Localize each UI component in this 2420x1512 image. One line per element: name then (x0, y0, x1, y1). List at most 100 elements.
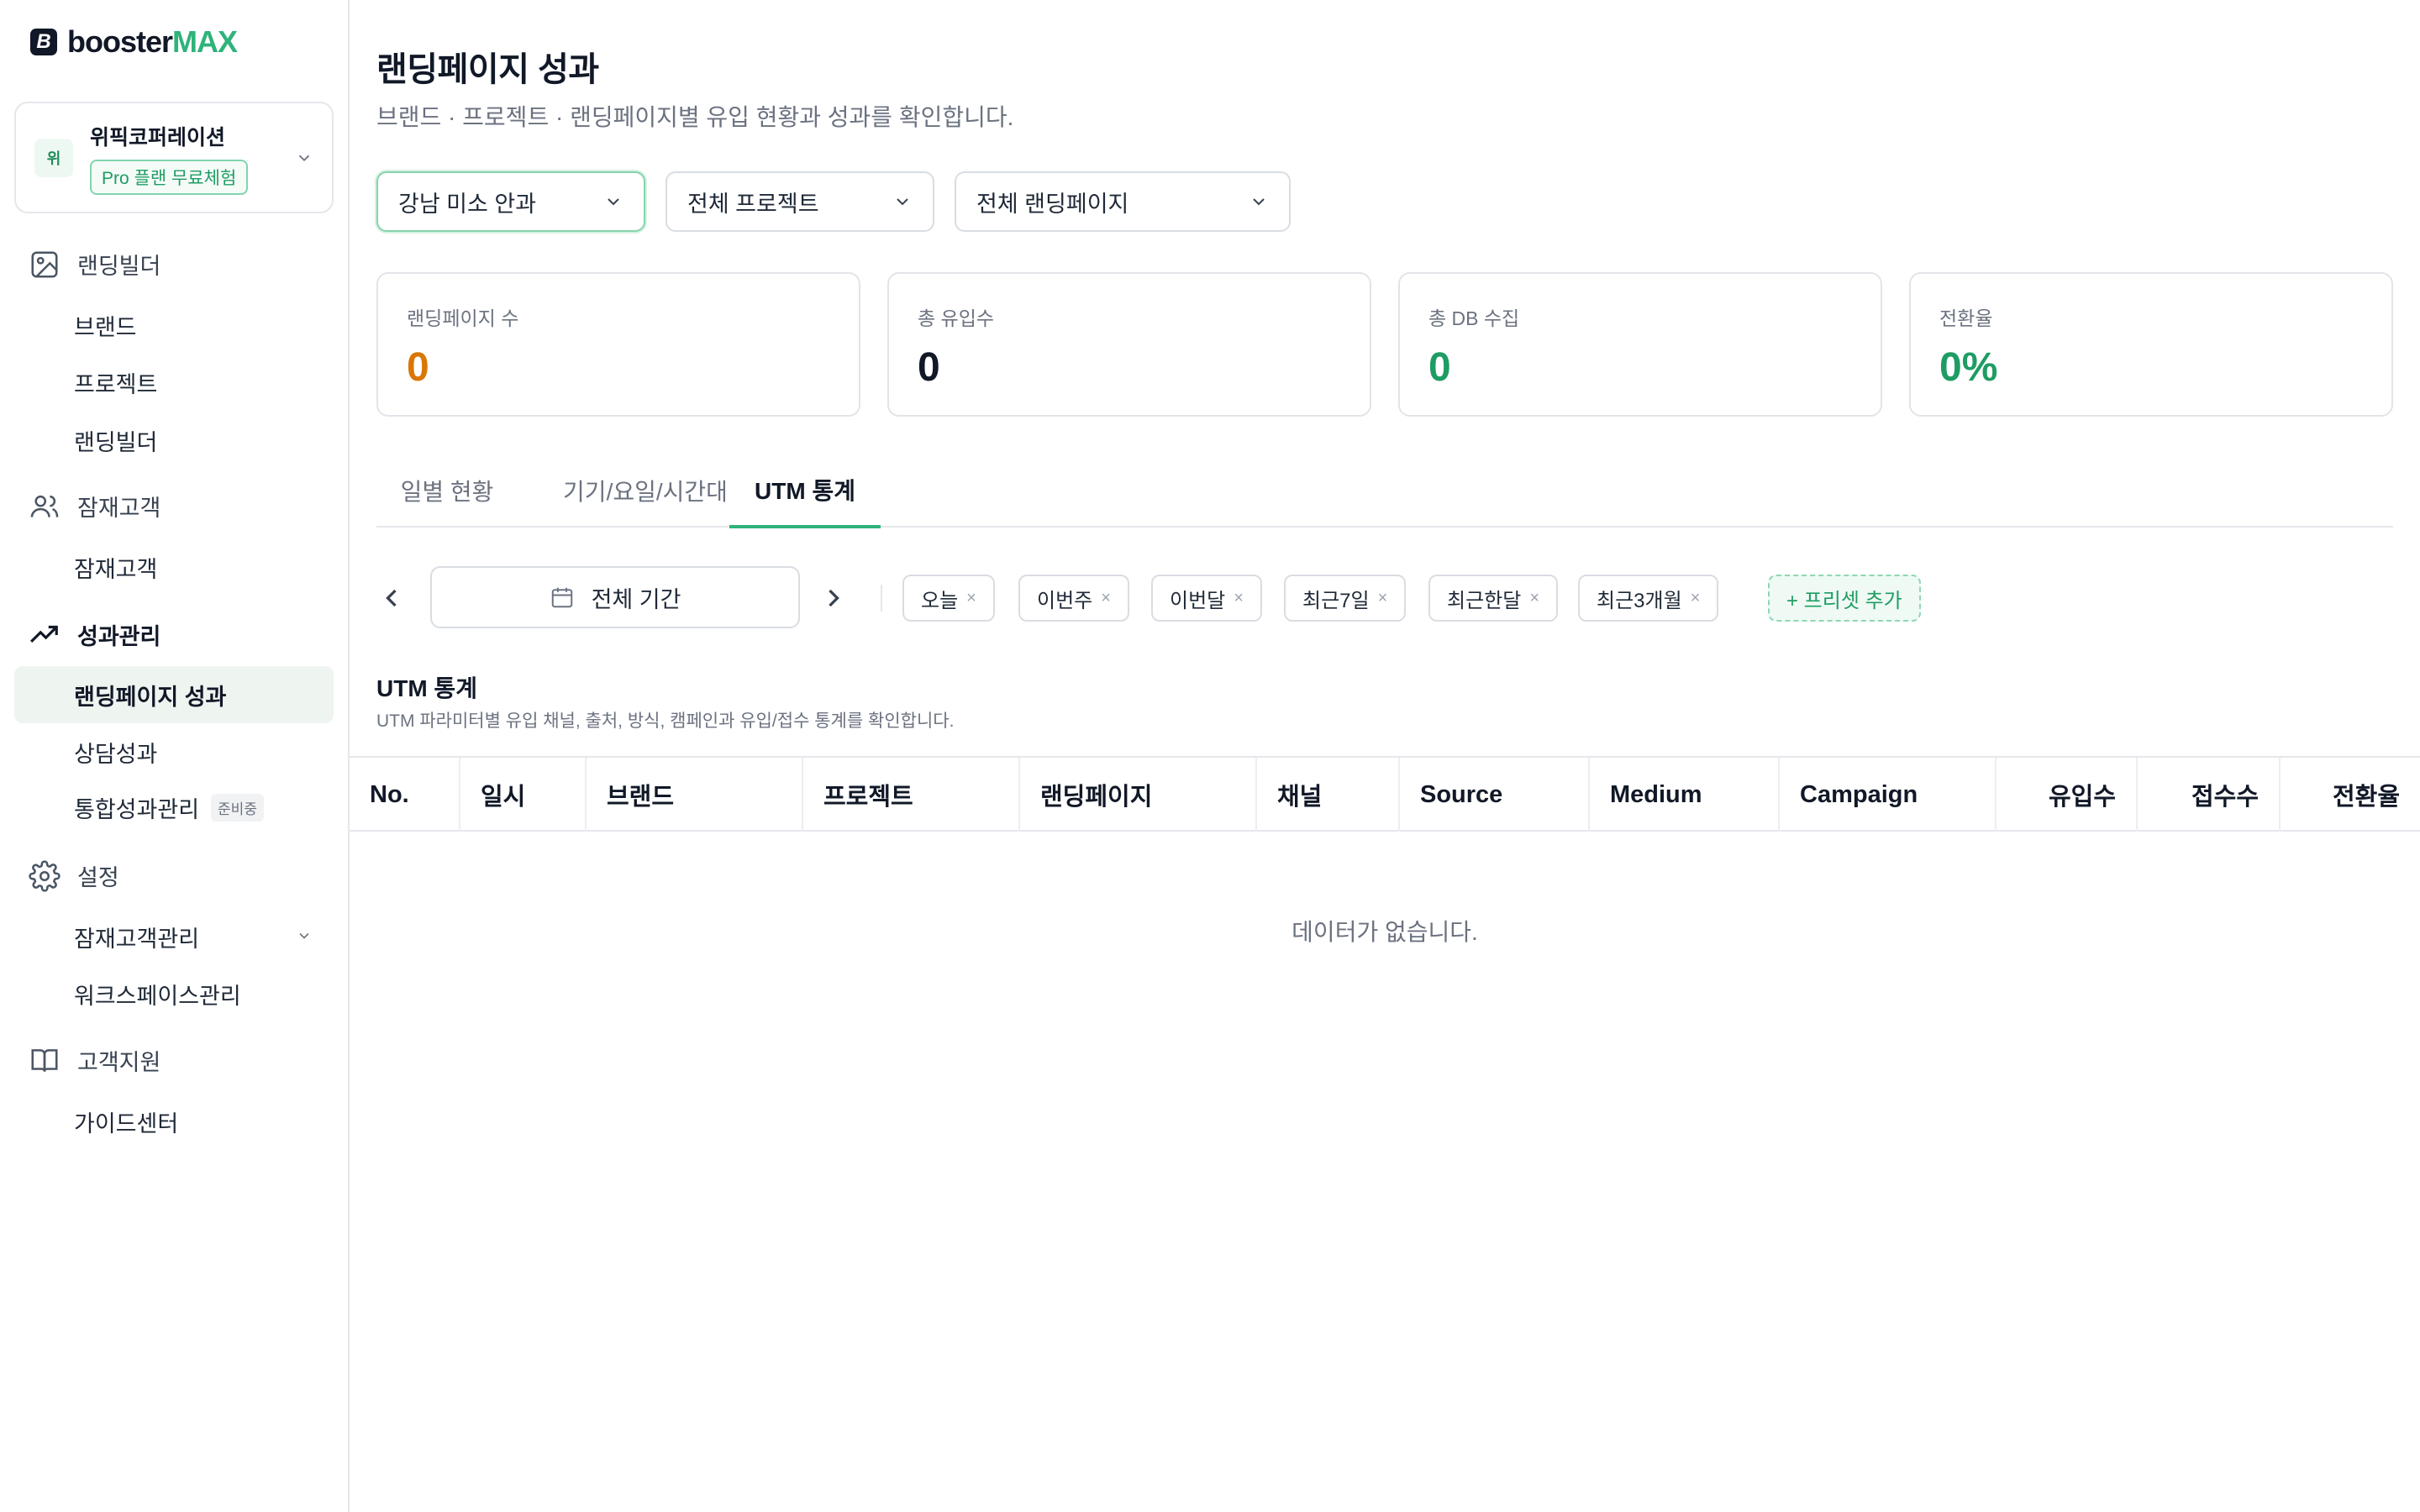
preset-chip-this-month[interactable]: 이번달 × (1151, 575, 1262, 622)
column-header-datetime[interactable]: 일시 (459, 758, 585, 832)
add-preset-button[interactable]: + 프리셋 추가 (1768, 575, 1921, 622)
close-icon[interactable]: × (1529, 589, 1539, 608)
workspace-info: 위픽코퍼레이션 Pro 플랜 무료체험 (90, 121, 295, 195)
tab-bar: 일별 현황 기기/요일/시간대 UTM 통계 (376, 454, 2393, 528)
landing-select-value: 전체 랜딩페이지 (976, 191, 1129, 217)
sidebar: B boosterMAX 위 위픽코퍼레이션 Pro 플랜 무료체험 랜딩빌더 … (0, 0, 350, 1512)
nav-section-leads[interactable]: 잠재고객 (29, 490, 160, 522)
column-header-brand[interactable]: 브랜드 (585, 758, 802, 832)
gear-icon (29, 859, 60, 892)
preset-chip-today[interactable]: 오늘 × (902, 575, 995, 622)
sidebar-item-leads[interactable]: 잠재고객 (74, 551, 157, 584)
workspace-plan-badge: Pro 플랜 무료체험 (90, 159, 249, 195)
logo-text-max: MAX (172, 24, 238, 59)
sidebar-item-label: 통합성과관리 (74, 797, 200, 822)
utm-section-description: UTM 파라미터별 유입 채널, 출처, 방식, 캠페인과 유입/접수 통계를 … (376, 711, 955, 731)
nav-section-label: 잠재고객 (77, 496, 161, 521)
date-range-label: 전체 기간 (591, 586, 681, 612)
close-icon[interactable]: × (1378, 589, 1388, 608)
coming-soon-badge: 준비중 (211, 794, 264, 822)
logo[interactable]: B boosterMAX (30, 24, 238, 60)
page-title: 랜딩페이지 성과 (376, 51, 599, 88)
chevron-down-icon (897, 198, 908, 206)
sidebar-item-project[interactable]: 프로젝트 (74, 366, 157, 399)
preset-label: 최근3개월 (1597, 589, 1682, 612)
stat-label: 전환율 (1939, 307, 1993, 329)
stat-label: 랜딩페이지 수 (407, 307, 519, 329)
nav-section-settings[interactable]: 설정 (29, 859, 119, 892)
brand-select[interactable]: 강남 미소 안과 (376, 171, 645, 232)
preset-label: 이번주 (1037, 589, 1093, 612)
calendar-icon (551, 587, 572, 608)
close-icon[interactable]: × (1101, 589, 1111, 608)
sidebar-item-lead-management[interactable]: 잠재고객관리 (74, 921, 199, 953)
divider (881, 585, 882, 612)
landing-select[interactable]: 전체 랜딩페이지 (955, 171, 1291, 232)
close-icon[interactable]: × (1691, 589, 1701, 608)
sidebar-item-brand[interactable]: 브랜드 (74, 309, 137, 342)
utm-table: No. 일시 브랜드 프로젝트 랜딩페이지 채널 Source Medium C… (350, 756, 2420, 945)
column-header-campaign[interactable]: Campaign (1778, 758, 1995, 832)
nav-section-support[interactable]: 고객지원 (29, 1044, 160, 1077)
image-icon (31, 250, 58, 278)
utm-section-title: UTM 통계 (376, 675, 477, 701)
chevron-down-icon (608, 198, 619, 206)
table-header: No. 일시 브랜드 프로젝트 랜딩페이지 채널 Source Medium C… (350, 756, 2420, 832)
brand-select-value: 강남 미소 안과 (398, 191, 537, 217)
workspace-switcher[interactable]: 위 위픽코퍼레이션 Pro 플랜 무료체험 (14, 102, 334, 213)
tab-device-day-time[interactable]: 기기/요일/시간대 (538, 454, 753, 528)
chevron-right-icon[interactable] (818, 583, 849, 613)
column-header-no[interactable]: No. (350, 758, 459, 832)
preset-chip-last-7-days[interactable]: 최근7일 × (1284, 575, 1407, 622)
project-select-value: 전체 프로젝트 (687, 191, 819, 217)
users-icon (30, 495, 59, 517)
sidebar-item-landing-performance[interactable]: 랜딩페이지 성과 (74, 679, 226, 711)
chevron-left-icon[interactable] (376, 583, 407, 613)
column-header-landing[interactable]: 랜딩페이지 (1018, 758, 1255, 832)
stat-value: 0 (407, 345, 429, 390)
close-icon[interactable]: × (1234, 589, 1244, 608)
nav-section-label: 랜딩빌더 (77, 254, 161, 279)
nav-section-performance[interactable]: 성과관리 (29, 618, 160, 651)
workspace-avatar: 위 (34, 138, 73, 177)
stat-value: 0 (918, 345, 940, 390)
preset-chip-this-week[interactable]: 이번주 × (1018, 575, 1129, 622)
nav-section-label: 고객지원 (77, 1050, 161, 1075)
close-icon[interactable]: × (966, 589, 976, 608)
chevron-down-icon (1253, 198, 1265, 206)
stat-value: 0 (1428, 345, 1451, 390)
column-header-source[interactable]: Source (1398, 758, 1588, 832)
stat-value: 0% (1939, 345, 1998, 390)
column-header-conversion[interactable]: 전환율 (2279, 758, 2420, 832)
sidebar-item-landing-builder[interactable]: 랜딩빌더 (74, 424, 157, 457)
logo-mark-icon: B (30, 29, 57, 55)
empty-state-text: 데이터가 없습니다. (1292, 919, 1478, 945)
page-subtitle: 브랜드 · 프로젝트 · 랜딩페이지별 유입 현황과 성과를 확인합니다. (376, 104, 1014, 130)
trend-up-icon (30, 625, 58, 643)
sidebar-item-integrated-performance[interactable]: 통합성과관리 준비중 (74, 791, 264, 824)
preset-chip-last-month[interactable]: 최근한달 × (1428, 575, 1559, 622)
sidebar-item-consult-performance[interactable]: 상담성과 (74, 736, 157, 769)
project-select[interactable]: 전체 프로젝트 (666, 171, 934, 232)
nav-section-label: 설정 (77, 865, 119, 890)
sidebar-item-guide-center[interactable]: 가이드센터 (74, 1105, 178, 1138)
chevron-down-icon[interactable] (296, 927, 313, 944)
date-filter-row: 전체 기간 오늘 × 이번주 × 이번달 × 최근7일 × 최근한달 × 최근3개월 × +… (376, 566, 2393, 630)
tab-daily[interactable]: 일별 현황 (376, 454, 518, 528)
column-header-submissions[interactable]: 접수수 (2136, 758, 2279, 832)
date-range-picker[interactable]: 전체 기간 (430, 566, 800, 628)
column-header-visits[interactable]: 유입수 (1995, 758, 2136, 832)
preset-label: 오늘 (921, 589, 959, 612)
stat-label: 총 유입수 (918, 307, 995, 329)
sidebar-item-workspace-management[interactable]: 워크스페이스관리 (74, 978, 241, 1011)
column-header-channel[interactable]: 채널 (1255, 758, 1398, 832)
tab-utm[interactable]: UTM 통계 (729, 454, 881, 528)
column-header-project[interactable]: 프로젝트 (802, 758, 1018, 832)
preset-label: 최근7일 (1302, 589, 1370, 612)
stat-card-conversion: 전환율 0% (1909, 272, 2393, 417)
column-header-medium[interactable]: Medium (1588, 758, 1778, 832)
nav-section-landing-builder[interactable]: 랜딩빌더 (29, 248, 160, 281)
preset-chip-last-3-months[interactable]: 최근3개월 × (1578, 575, 1719, 622)
workspace-name: 위픽코퍼레이션 (90, 125, 226, 150)
logo-text: boosterMAX (67, 24, 238, 60)
